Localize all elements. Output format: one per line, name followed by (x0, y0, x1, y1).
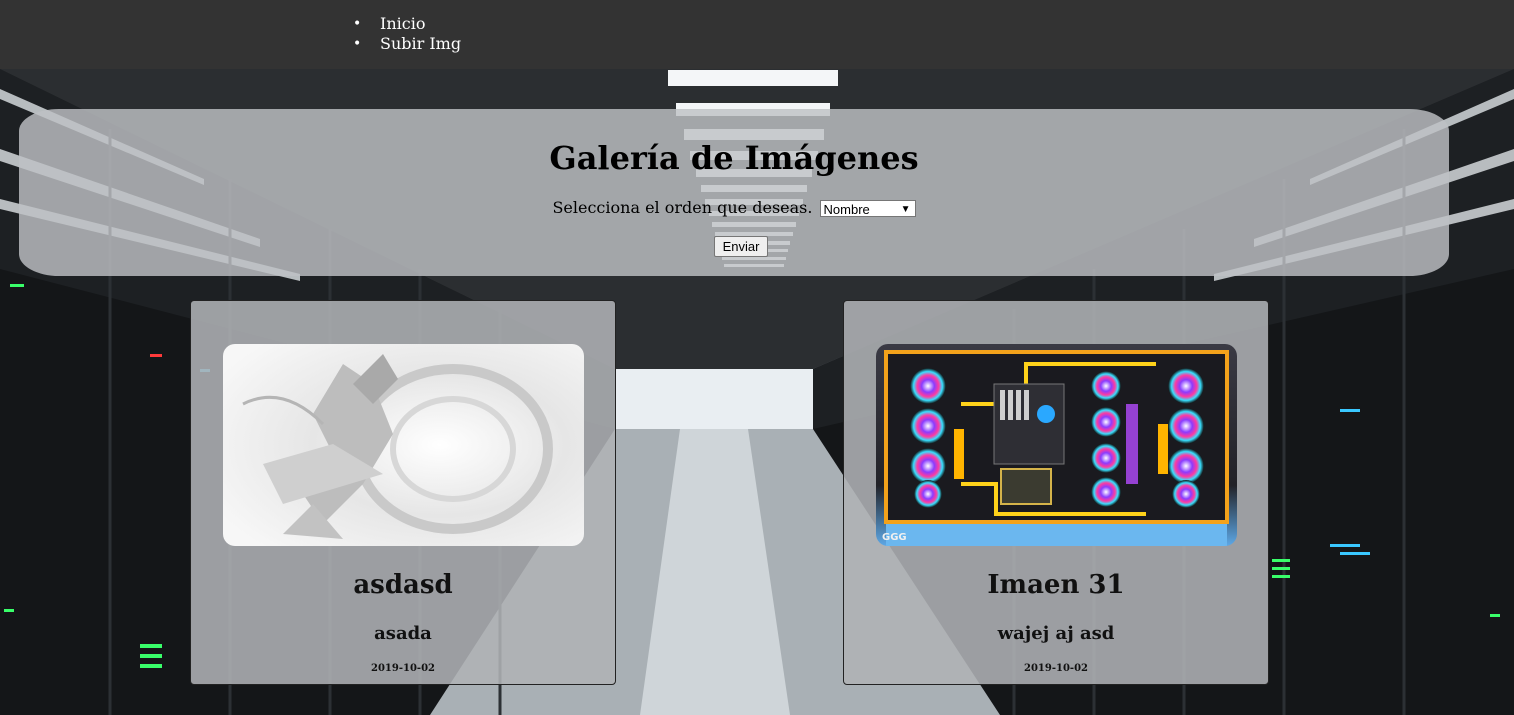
top-nav: • Inicio • Subir Img (0, 0, 1514, 69)
nav-item-label: Inicio (380, 14, 426, 33)
bullet-icon: • (353, 36, 362, 52)
card-image-rgb-pc-build: GGG (876, 344, 1237, 546)
gallery-card: GGG Imaen 31 wajej aj asd 2019-10-02 (843, 300, 1269, 685)
card-title: Imaen 31 (987, 570, 1125, 600)
page-title: Galería de Imágenes (549, 139, 919, 177)
gallery-header-panel: Galería de Imágenes Selecciona el orden … (19, 109, 1449, 276)
card-image-fantasy-character (223, 344, 584, 546)
card-date: 2019-10-02 (1024, 663, 1088, 674)
card-description: asada (374, 623, 432, 644)
submit-button[interactable]: Enviar (714, 236, 768, 257)
card-date: 2019-10-02 (371, 663, 435, 674)
dropdown-arrow-icon: ▼ (900, 204, 911, 215)
card-description: wajej aj asd (997, 623, 1115, 644)
card-title: asdasd (353, 570, 453, 600)
nav-list: • Inicio • Subir Img (353, 14, 462, 54)
svg-text:GGG: GGG (882, 532, 907, 543)
nav-item-inicio[interactable]: • Inicio (353, 14, 461, 34)
order-select[interactable]: Nombre ▼ (819, 200, 916, 217)
order-select-value: Nombre (823, 202, 870, 217)
order-prompt-label: Selecciona el orden que deseas. (552, 198, 813, 217)
gallery-card: asdasd asada 2019-10-02 (190, 300, 616, 685)
order-form-row: Selecciona el orden que deseas. Nombre ▼ (19, 198, 1449, 217)
bullet-icon: • (353, 16, 362, 32)
nav-item-label: Subir Img (380, 34, 462, 53)
nav-item-subir-img[interactable]: • Subir Img (353, 34, 462, 54)
